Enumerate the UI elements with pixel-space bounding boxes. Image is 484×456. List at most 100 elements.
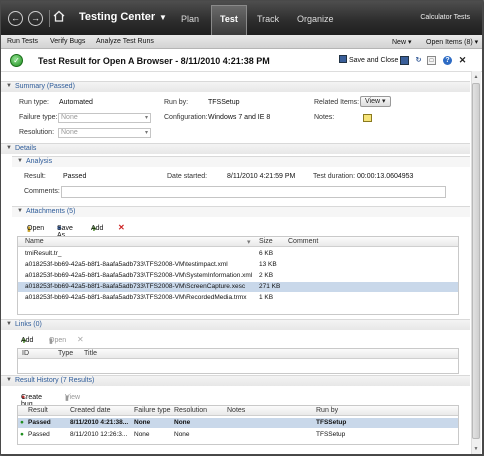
chevron-down-icon: ▼ bbox=[17, 158, 23, 164]
column-run-by[interactable]: Run by bbox=[316, 407, 338, 414]
chevron-down-icon: ▾ bbox=[144, 115, 148, 121]
column-type[interactable]: Type bbox=[58, 350, 73, 357]
column-name[interactable]: Name bbox=[25, 238, 44, 245]
delete-link-icon[interactable]: ✕ bbox=[77, 335, 84, 344]
column-comment[interactable]: Comment bbox=[288, 238, 318, 245]
back-icon[interactable]: ← bbox=[8, 11, 23, 26]
failure-type-select[interactable]: None ▾ bbox=[58, 113, 151, 123]
refresh-icon[interactable]: ↻ bbox=[414, 56, 423, 65]
chevron-down-icon: ▼ bbox=[6, 145, 12, 151]
history-result: Passed bbox=[28, 431, 50, 438]
resolution-label: Resolution: bbox=[19, 129, 55, 136]
chevron-down-icon: ▼ bbox=[6, 83, 12, 89]
configuration-label: Configuration: bbox=[164, 114, 208, 121]
chevron-down-icon: ▼ bbox=[6, 321, 12, 327]
table-row-selected[interactable]: ● Passed 8/11/2010 4:21:38... None None … bbox=[18, 418, 458, 428]
open-items-menu[interactable]: Open Items (8) ▾ bbox=[426, 38, 478, 46]
table-row[interactable]: a018253f-bb69-42a5-b8f1-8aafa5adb733\TFS… bbox=[18, 271, 458, 281]
result-header: ✓ Test Result for Open A Browser - 8/11/… bbox=[1, 50, 482, 72]
table-row[interactable]: tmiResult.tr_ 6 KB bbox=[18, 249, 458, 259]
attachment-name: a018253f-bb69-42a5-b8f1-8aafa5adb733\TFS… bbox=[25, 261, 228, 268]
summary-section-title: Summary (Passed) bbox=[15, 83, 75, 90]
chevron-down-icon[interactable]: ▾ bbox=[247, 238, 251, 246]
result-history-section-title: Result History (7 Results) bbox=[15, 377, 95, 384]
column-result[interactable]: Result bbox=[28, 407, 48, 414]
table-row-selected[interactable]: a018253f-bb69-42a5-b8f1-8aafa5adb733\TFS… bbox=[18, 282, 458, 292]
failure-type-value: None bbox=[61, 114, 78, 121]
attachment-size: 6 KB bbox=[259, 250, 274, 257]
forward-icon[interactable]: → bbox=[28, 11, 43, 26]
run-tests-link[interactable]: Run Tests bbox=[7, 38, 38, 45]
attachments-table: Name ▾ Size Comment tmiResult.tr_ 6 KB a0… bbox=[17, 236, 459, 315]
test-duration-label: Test duration: bbox=[313, 173, 356, 180]
notes-label: Notes: bbox=[314, 114, 335, 121]
passed-check-icon: ● bbox=[20, 419, 24, 426]
links-section-title: Links (0) bbox=[15, 321, 42, 328]
summary-section-header[interactable]: ▼ Summary (Passed) bbox=[1, 81, 470, 92]
attachments-section-header[interactable]: ▼ Attachments (5) bbox=[12, 206, 470, 217]
close-icon[interactable]: ✕ bbox=[458, 56, 467, 65]
related-items-label: Related Items: bbox=[314, 99, 360, 106]
run-type-value: Automated bbox=[59, 99, 93, 106]
attachment-size: 271 KB bbox=[259, 283, 281, 290]
analyze-test-runs-link[interactable]: Analyze Test Runs bbox=[96, 38, 154, 45]
attachment-size: 13 KB bbox=[259, 261, 277, 268]
column-notes[interactable]: Notes bbox=[227, 407, 245, 414]
history-run-by: TFSSetup bbox=[316, 419, 347, 426]
verify-bugs-link[interactable]: Verify Bugs bbox=[50, 38, 85, 45]
view-result-label: View bbox=[65, 394, 81, 401]
tab-test[interactable]: Test bbox=[220, 14, 238, 24]
history-resolution: None bbox=[174, 431, 190, 438]
view-related-items-button[interactable]: View ▾ bbox=[360, 96, 391, 107]
chevron-down-icon: ▾ bbox=[144, 130, 148, 136]
home-icon[interactable] bbox=[49, 10, 67, 27]
table-row[interactable]: a018253f-bb69-42a5-b8f1-8aafa5adb733\TFS… bbox=[18, 260, 458, 270]
column-failure-type[interactable]: Failure type bbox=[134, 407, 171, 414]
app-menu-caret-icon[interactable]: ▼ bbox=[159, 13, 167, 22]
notes-icon[interactable] bbox=[363, 114, 372, 122]
resolution-select[interactable]: None ▾ bbox=[58, 128, 151, 138]
scrollbar-thumb[interactable] bbox=[472, 83, 480, 439]
column-created-date[interactable]: Created date bbox=[70, 407, 110, 414]
save-icon[interactable] bbox=[400, 56, 409, 65]
links-section-header[interactable]: ▼ Links (0) bbox=[1, 319, 470, 330]
result-history-table: Result Created date Failure type Resolut… bbox=[17, 405, 459, 445]
column-resolution[interactable]: Resolution bbox=[174, 407, 207, 414]
open-attachment-label: Open bbox=[27, 225, 45, 232]
table-row[interactable]: a018253f-bb69-42a5-b8f1-8aafa5adb733\TFS… bbox=[18, 293, 458, 303]
page-title: Test Result for Open A Browser - 8/11/20… bbox=[38, 56, 270, 66]
result-label: Result: bbox=[24, 173, 46, 180]
table-row[interactable]: ● Passed 8/11/2010 12:26:3... None None … bbox=[18, 430, 458, 440]
resolution-value: None bbox=[61, 129, 78, 136]
scroll-up-icon[interactable]: ▲ bbox=[472, 73, 480, 81]
run-type-label: Run type: bbox=[19, 99, 49, 106]
view-label: View bbox=[365, 98, 381, 105]
column-id[interactable]: ID bbox=[22, 350, 29, 357]
tab-plan[interactable]: Plan bbox=[181, 14, 199, 24]
history-date: 8/11/2010 4:21:38... bbox=[70, 419, 129, 426]
analysis-section-header[interactable]: ▼ Analysis bbox=[12, 156, 470, 167]
history-toolbar: ● Create bug ▮ View bbox=[21, 392, 467, 408]
scroll-down-icon[interactable]: ▼ bbox=[472, 445, 480, 453]
comments-input[interactable] bbox=[61, 186, 446, 198]
new-menu[interactable]: New ▾ bbox=[392, 38, 411, 46]
links-table: ID Type Title bbox=[17, 348, 459, 374]
attachment-name: a018253f-bb69-42a5-b8f1-8aafa5adb733\TFS… bbox=[25, 283, 246, 290]
save-and-close-button[interactable]: Save and Close bbox=[339, 55, 398, 64]
column-title[interactable]: Title bbox=[84, 350, 97, 357]
details-section-header[interactable]: ▼ Details bbox=[1, 143, 470, 154]
details-section-title: Details bbox=[15, 145, 37, 152]
attachment-name: a018253f-bb69-42a5-b8f1-8aafa5adb733\TFS… bbox=[25, 294, 247, 301]
run-by-value: TFSSetup bbox=[208, 99, 240, 106]
help-icon[interactable]: ? bbox=[443, 56, 452, 65]
tab-organize[interactable]: Organize bbox=[297, 14, 334, 24]
failure-type-label: Failure type: bbox=[19, 114, 58, 121]
copy-icon[interactable]: □ bbox=[427, 56, 436, 65]
result-history-section-header[interactable]: ▼ Result History (7 Results) bbox=[1, 375, 470, 386]
column-size[interactable]: Size bbox=[259, 238, 273, 245]
attachments-section-title: Attachments (5) bbox=[26, 208, 76, 215]
delete-attachment-icon[interactable]: ✕ bbox=[118, 223, 125, 232]
tab-track[interactable]: Track bbox=[257, 14, 279, 24]
top-navigation-bar: ← → Testing Center ▼ Plan Test Track Org… bbox=[1, 1, 482, 35]
project-name[interactable]: Calculator Tests bbox=[420, 14, 470, 21]
